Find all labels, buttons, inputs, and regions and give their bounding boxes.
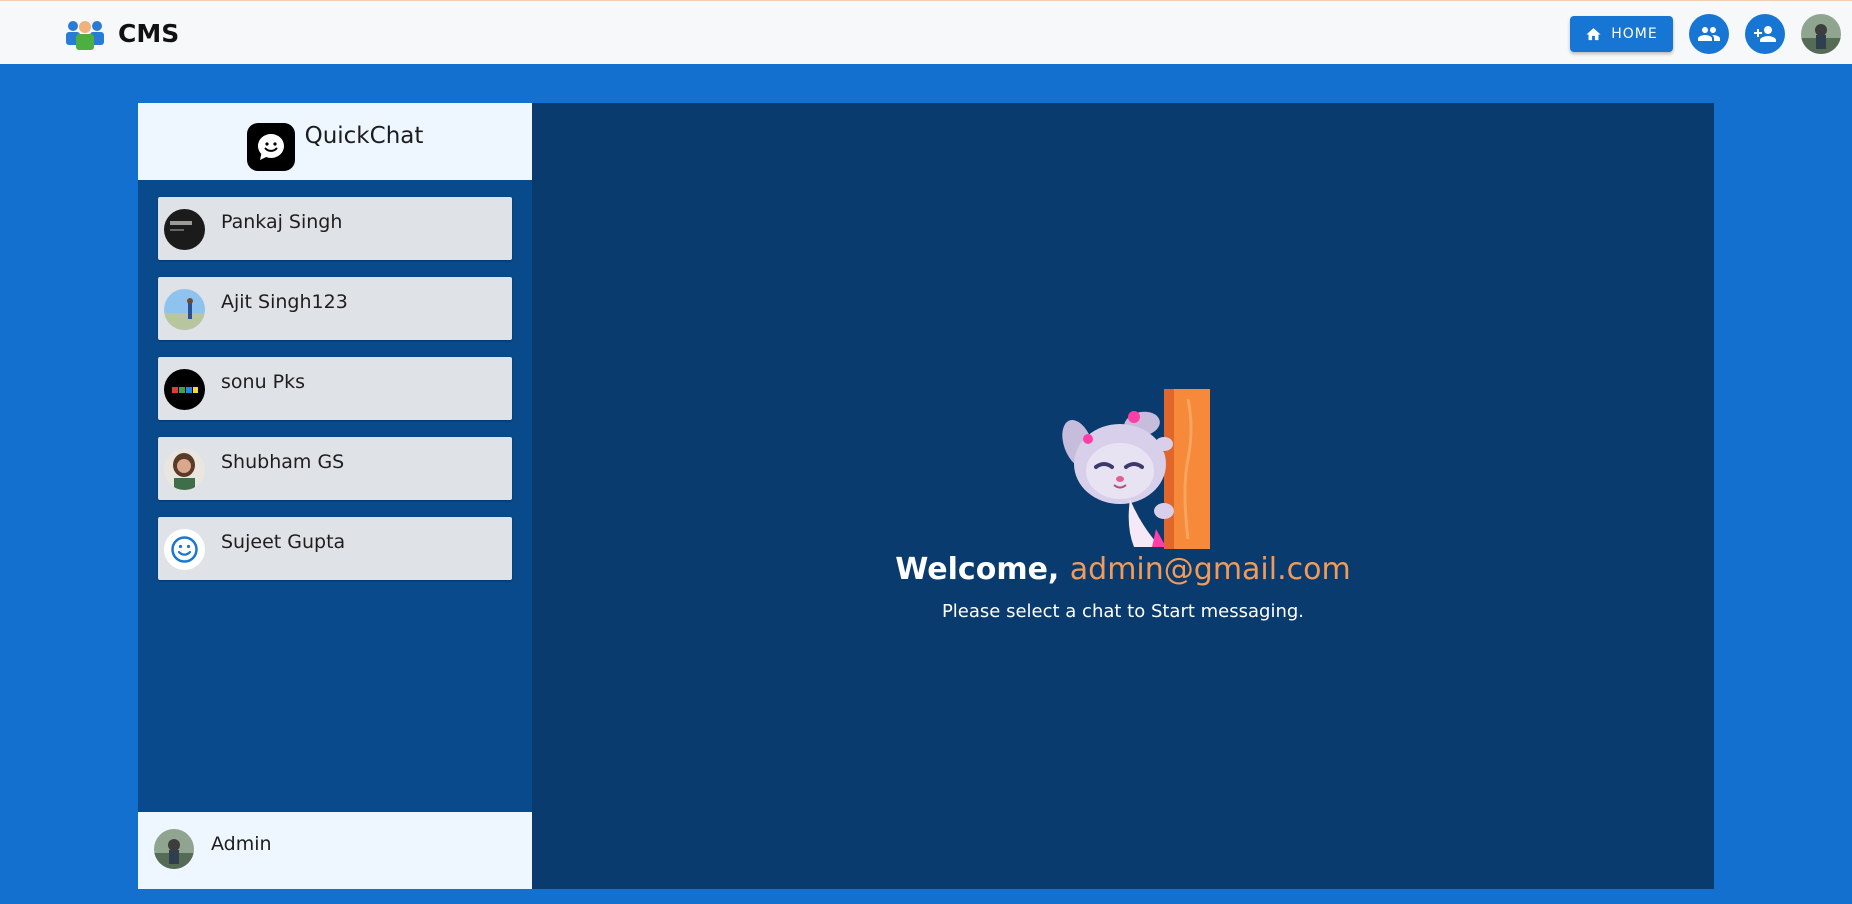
sidebar-header: QuickChat (138, 103, 532, 180)
welcome-prefix: Welcome, (895, 552, 1070, 587)
bunny-mascot-illustration (1062, 389, 1210, 549)
home-button[interactable]: HOME (1570, 16, 1673, 52)
person-add-icon (1754, 26, 1776, 42)
avatar (164, 449, 205, 490)
home-button-label: HOME (1611, 26, 1658, 42)
top-navbar: CMS HOME (0, 0, 1852, 64)
team-logo-icon (66, 21, 104, 50)
chat-item-name: sonu Pks (221, 371, 306, 393)
welcome-subtitle: Please select a chat to Start messaging. (941, 601, 1305, 622)
avatar (164, 529, 205, 570)
chat-welcome-panel: Welcome, admin@gmail.com Please select a… (532, 103, 1714, 889)
avatar (164, 289, 205, 330)
chat-sidebar: QuickChat Pankaj Singh Ajit Singh123 son… (138, 103, 532, 889)
chat-bubble-icon (257, 133, 284, 160)
chat-item-ajit-singh123[interactable]: Ajit Singh123 (158, 277, 512, 340)
chat-item-sujeet-gupta[interactable]: Sujeet Gupta (158, 517, 512, 580)
brand-title: CMS (118, 18, 180, 48)
chat-item-name: Shubham GS (221, 451, 345, 473)
smiley-icon (164, 529, 205, 570)
welcome-heading: Welcome, admin@gmail.com (532, 552, 1714, 587)
profile-avatar[interactable] (1801, 14, 1841, 54)
brand[interactable]: CMS (62, 15, 179, 51)
chat-item-name: Ajit Singh123 (221, 291, 348, 313)
chat-item-pankaj-singh[interactable]: Pankaj Singh (158, 197, 512, 260)
current-user-panel[interactable]: Admin (138, 812, 532, 889)
people-icon (1698, 27, 1720, 41)
avatar (164, 369, 205, 410)
contacts-button[interactable] (1689, 14, 1729, 54)
quickchat-logo (246, 122, 295, 171)
chat-item-shubham-gs[interactable]: Shubham GS (158, 437, 512, 500)
sidebar-title: QuickChat (304, 122, 424, 149)
profile-photo (1801, 14, 1841, 54)
user-email: admin@gmail.com (1069, 552, 1351, 587)
chat-item-sonu-pks[interactable]: sonu Pks (158, 357, 512, 420)
chat-item-name: Pankaj Singh (221, 211, 343, 233)
current-user-name: Admin (211, 833, 272, 855)
home-icon (1586, 27, 1601, 40)
avatar (154, 829, 194, 869)
chat-item-name: Sujeet Gupta (221, 531, 346, 553)
add-user-button[interactable] (1745, 14, 1785, 54)
avatar (164, 209, 205, 250)
